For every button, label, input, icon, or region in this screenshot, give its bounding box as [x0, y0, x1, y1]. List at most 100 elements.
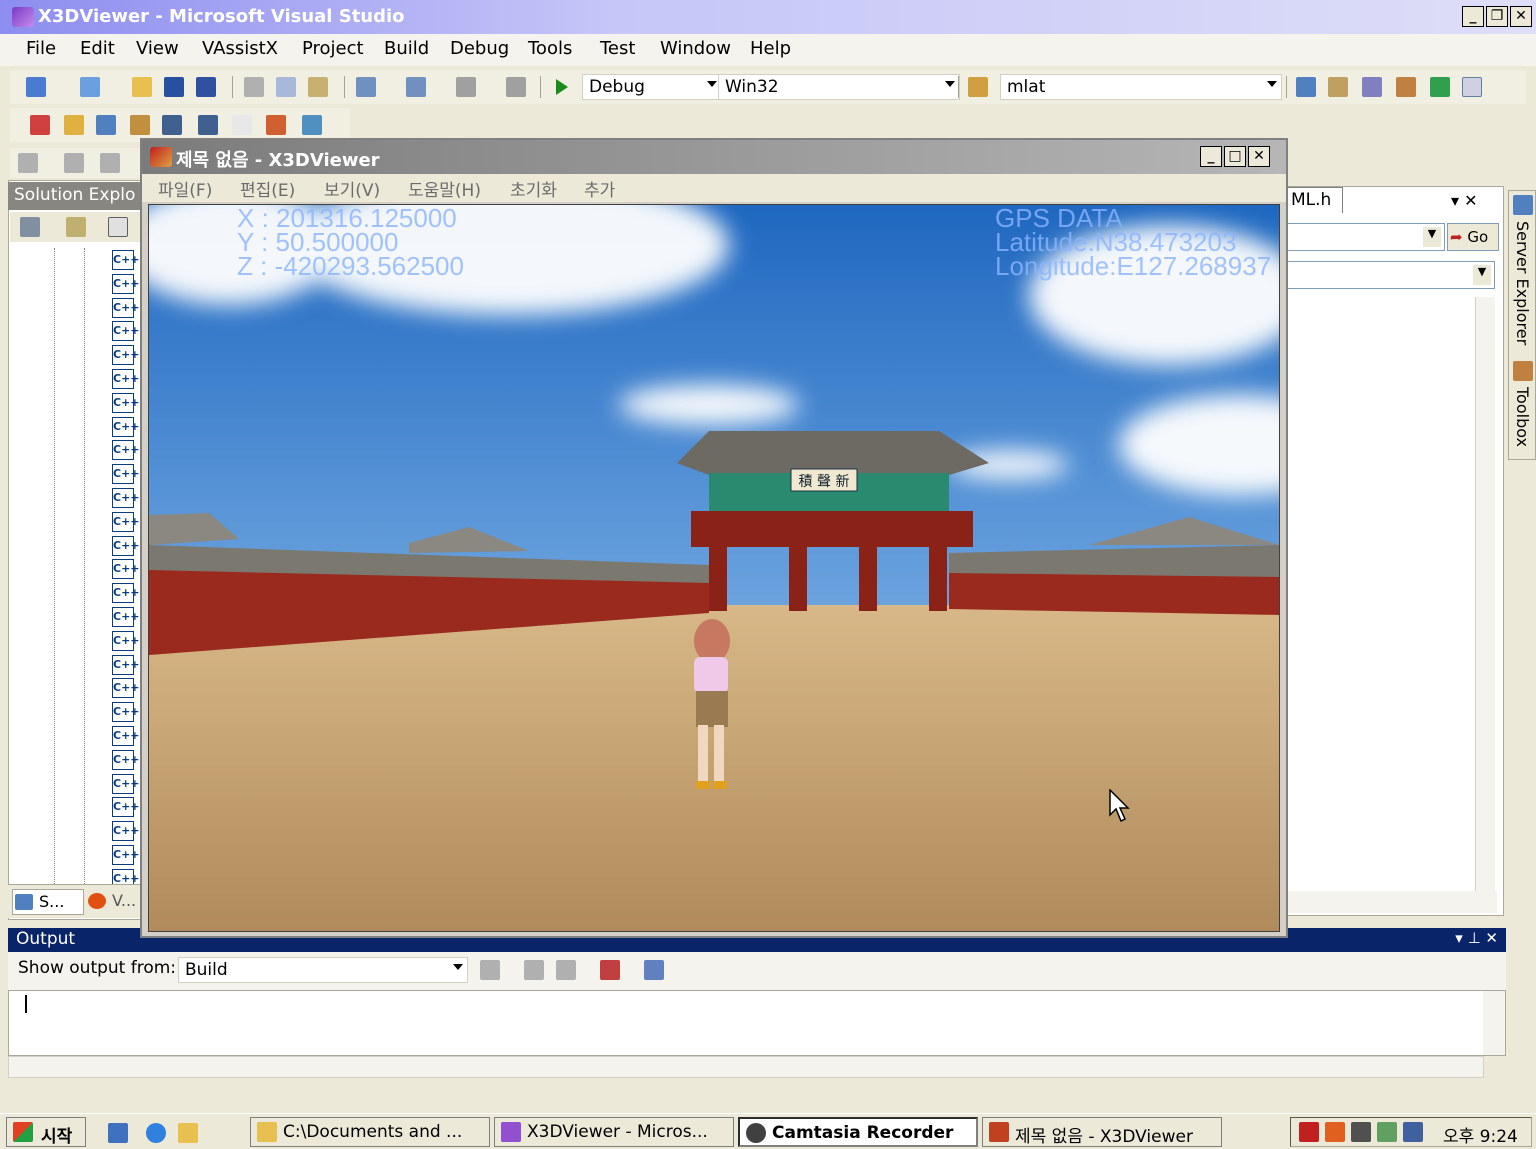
cpp-file-icon[interactable]: C++	[112, 488, 140, 508]
3d-viewport[interactable]: 積 聲 新 X : 201316.125000 Y : 50.500000 Z …	[148, 204, 1280, 932]
spell-check-icon[interactable]	[266, 115, 286, 135]
view-code-icon[interactable]	[108, 217, 128, 237]
cpp-file-icon[interactable]: C++	[112, 416, 140, 437]
go-button[interactable]: ➦ Go	[1447, 223, 1499, 251]
output-hscrollbar[interactable]	[8, 1056, 1484, 1078]
tab-solution[interactable]: S...	[12, 889, 84, 915]
show-all-files-icon[interactable]	[66, 217, 86, 237]
menu-file[interactable]: File	[26, 38, 56, 59]
output-scrollbar[interactable]	[1483, 991, 1505, 1055]
find-in-files-icon[interactable]	[968, 77, 988, 97]
viewer-close-button[interactable]: ✕	[1248, 146, 1270, 167]
cpp-file-icon[interactable]: C++	[112, 654, 140, 675]
class-combo[interactable]	[1287, 223, 1445, 251]
menu-edit[interactable]: Edit	[80, 38, 115, 59]
viewer-titlebar[interactable]: 제목 없음 - X3DViewer _ □ ✕	[142, 140, 1286, 174]
solution-explorer-icon[interactable]	[1296, 77, 1316, 97]
platform-dropdown[interactable]: Win32	[718, 74, 960, 100]
dropdown-arrow-icon[interactable]: ▼	[1473, 265, 1491, 285]
replace-icon[interactable]	[232, 115, 252, 135]
cpp-file-icon[interactable]: C++	[112, 345, 140, 366]
restore-button[interactable]: ❐	[1486, 6, 1508, 27]
navigate-back-icon[interactable]	[456, 77, 476, 97]
cpp-file-icon[interactable]: C++	[112, 845, 140, 865]
cpp-file-icon[interactable]: C++	[112, 726, 140, 746]
cpp-file-icon[interactable]: C++	[112, 559, 140, 580]
go-to-icon[interactable]	[198, 115, 218, 135]
task-x3dviewer[interactable]: 제목 없음 - X3DViewer	[982, 1117, 1222, 1147]
cpp-file-icon[interactable]: C++	[112, 440, 140, 461]
cpp-file-icon[interactable]: C++	[112, 607, 140, 627]
prev-icon[interactable]	[524, 960, 544, 980]
task-explorer[interactable]: C:\Documents and ...	[250, 1117, 490, 1147]
symbol-icon[interactable]	[96, 115, 116, 135]
menu-tools[interactable]: Tools	[528, 38, 572, 59]
viewer-menu-file[interactable]: 파일(F)	[158, 176, 212, 201]
cpp-file-icon[interactable]: C++	[112, 678, 140, 699]
cpp-file-icon[interactable]: C++	[112, 773, 140, 794]
save-icon[interactable]	[164, 77, 184, 97]
cpp-file-icon[interactable]: C++	[112, 392, 140, 413]
goto-icon[interactable]	[480, 960, 500, 980]
window-icon[interactable]	[1462, 77, 1482, 97]
open-file-icon[interactable]	[64, 115, 84, 135]
word-wrap-icon[interactable]	[644, 960, 664, 980]
cpp-file-icon[interactable]: C++	[112, 630, 140, 651]
pin-close-icon[interactable]: ▾ ✕	[1451, 191, 1478, 210]
cpp-file-icon[interactable]: C++	[112, 511, 140, 532]
vertical-scrollbar[interactable]	[1475, 297, 1495, 893]
properties-icon[interactable]	[1328, 77, 1348, 97]
output-text[interactable]	[8, 990, 1506, 1056]
viewer-menu-view[interactable]: 보기(V)	[324, 176, 380, 201]
task-camtasia[interactable]: Camtasia Recorder	[738, 1117, 978, 1147]
quicklaunch-folder-icon[interactable]	[178, 1123, 198, 1143]
viewer-menu-reset[interactable]: 초기화	[510, 176, 557, 201]
cpp-file-icon[interactable]: C++	[112, 797, 140, 818]
cpp-file-icon[interactable]: C++	[112, 821, 140, 842]
minimize-button[interactable]: _	[1462, 6, 1484, 27]
pin-close-icon[interactable]: ▾ ⊥ ✕	[1455, 929, 1498, 947]
tray-monitor-icon[interactable]	[1403, 1122, 1423, 1142]
toolbox-icon[interactable]	[1396, 77, 1416, 97]
cpp-file-icon[interactable]: C++	[112, 702, 140, 723]
start-debug-icon[interactable]	[556, 79, 568, 95]
tray-network-icon[interactable]	[1377, 1122, 1397, 1142]
new-project-icon[interactable]	[26, 77, 46, 97]
cpp-file-icon[interactable]: C++	[112, 464, 140, 485]
cut-icon[interactable]	[244, 77, 264, 97]
navigate-forward-icon[interactable]	[506, 77, 526, 97]
server-explorer-tab[interactable]: Server Explorer	[1513, 221, 1532, 345]
tab-vax[interactable]: V...	[86, 889, 140, 915]
find-combo[interactable]: mlat	[1000, 74, 1282, 100]
properties-icon[interactable]	[20, 217, 40, 237]
viewer-maximize-button[interactable]: □	[1224, 146, 1246, 167]
open-icon[interactable]	[132, 77, 152, 97]
tray-volume-icon[interactable]	[1351, 1122, 1371, 1142]
object-browser-icon[interactable]	[1362, 77, 1382, 97]
cpp-file-icon[interactable]: C++	[112, 321, 140, 342]
tray-acrobat-icon[interactable]	[1299, 1122, 1319, 1142]
member-combo[interactable]	[1287, 261, 1495, 289]
config-dropdown[interactable]: Debug	[582, 74, 722, 100]
quicklaunch-ie-icon[interactable]	[146, 1123, 166, 1143]
tray-app-icon[interactable]	[1325, 1122, 1345, 1142]
cpp-file-icon[interactable]: C++	[112, 250, 140, 270]
cpp-file-icon[interactable]: C++	[112, 583, 140, 604]
copy-icon[interactable]	[276, 77, 296, 97]
horizontal-scrollbar[interactable]	[1287, 891, 1497, 913]
cpp-file-icon[interactable]: C++	[112, 535, 140, 556]
menu-window[interactable]: Window	[660, 38, 731, 59]
add-item-icon[interactable]	[80, 77, 100, 97]
open-corresponding-icon[interactable]	[162, 115, 182, 135]
viewer-menu-help[interactable]: 도움말(H)	[408, 176, 481, 201]
quicklaunch-desktop-icon[interactable]	[108, 1123, 128, 1143]
menu-help[interactable]: Help	[750, 38, 791, 59]
clear-all-icon[interactable]	[600, 960, 620, 980]
output-source-dropdown[interactable]: Build	[178, 957, 468, 983]
menu-test[interactable]: Test	[600, 38, 635, 59]
menu-debug[interactable]: Debug	[450, 38, 509, 59]
cpp-file-icon[interactable]: C++	[112, 369, 140, 389]
viewer-menu-add[interactable]: 추가	[584, 176, 615, 201]
task-icon[interactable]	[30, 115, 50, 135]
menu-build[interactable]: Build	[384, 38, 429, 59]
